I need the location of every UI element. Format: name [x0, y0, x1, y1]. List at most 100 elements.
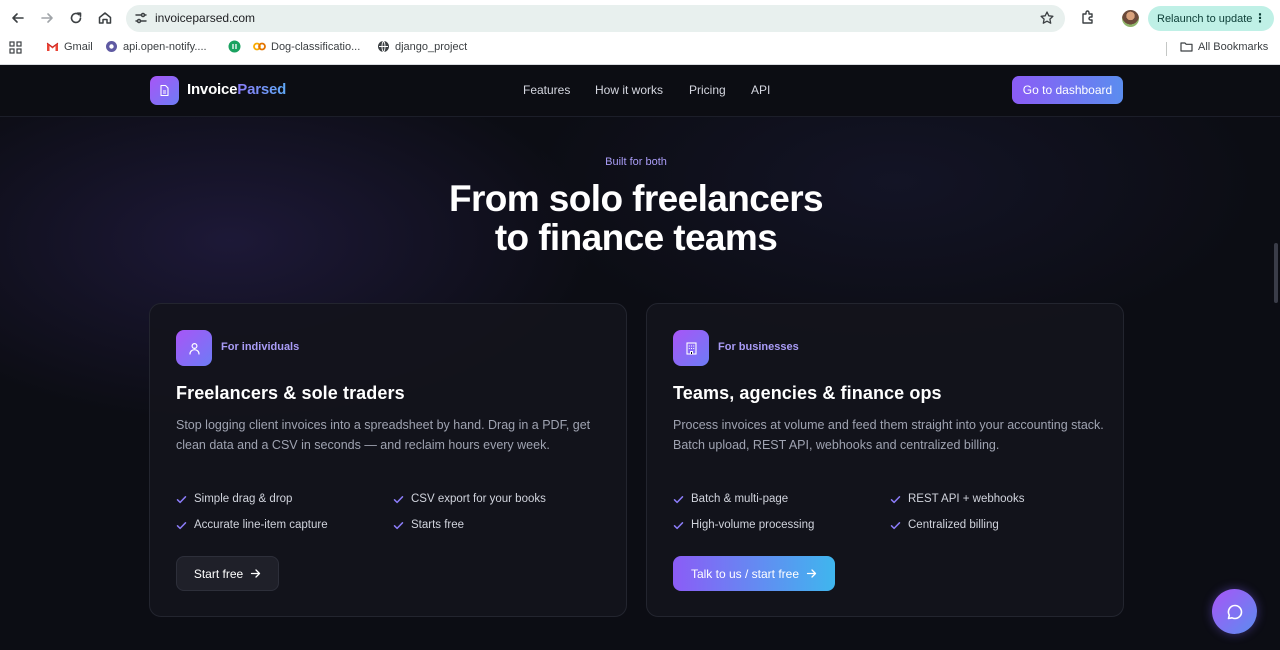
logo-mark[interactable] [150, 76, 179, 105]
bookmarks-separator [1166, 42, 1167, 56]
all-bookmarks-label: All Bookmarks [1198, 40, 1269, 53]
folder-icon [1180, 42, 1193, 52]
arrow-right-icon [251, 569, 261, 578]
feature-item: Centralized billing [890, 519, 999, 531]
address-bar[interactable]: invoiceparsed.com [126, 5, 1065, 32]
card-description: Stop logging client invoices into a spre… [176, 418, 591, 452]
nav-how-it-works[interactable]: How it works [595, 83, 663, 97]
page-scrollbar-thumb[interactable] [1274, 243, 1278, 303]
check-icon [176, 521, 187, 529]
chat-widget-button[interactable] [1212, 589, 1257, 634]
feature-label: Simple drag & drop [194, 493, 293, 505]
feature-label: High-volume processing [691, 519, 815, 531]
logo-accent-text: Parsed [237, 81, 287, 98]
feature-label: CSV export for your books [411, 493, 546, 505]
building-icon [685, 341, 697, 355]
site-header: InvoiceParsed Features How it works Pric… [0, 65, 1280, 117]
bookmark-label: django_project [395, 40, 468, 53]
card-individuals: For individuals Freelancers & sole trade… [149, 303, 627, 617]
check-icon [890, 495, 901, 503]
chat-bubble-icon [1227, 604, 1242, 619]
feature-label: Starts free [411, 519, 465, 531]
button-label: Start free [193, 566, 244, 581]
feature-item: Simple drag & drop [176, 493, 292, 505]
reload-icon [70, 12, 82, 24]
web-page: InvoiceParsed Features How it works Pric… [0, 65, 1280, 650]
go-to-dashboard-button[interactable]: Go to dashboard [1012, 76, 1123, 104]
home-button[interactable] [94, 7, 116, 29]
forward-button[interactable] [36, 7, 58, 29]
relaunch-update-button[interactable]: Relaunch to update ⋮ [1148, 6, 1274, 31]
card-tag: For businesses [718, 341, 799, 353]
browser-chrome: invoiceparsed.com Relaunch to update ⋮ G… [0, 0, 1280, 65]
card-businesses: For businesses Teams, agencies & finance… [646, 303, 1124, 617]
gmail-icon [46, 42, 59, 51]
back-button[interactable] [7, 7, 29, 29]
bookmark-gmail[interactable]: Gmail [46, 40, 93, 53]
section-eyebrow: Built for both [605, 156, 667, 168]
profile-avatar[interactable] [1122, 10, 1139, 27]
check-icon [393, 495, 404, 503]
nav-features[interactable]: Features [523, 83, 570, 97]
check-icon [890, 521, 901, 529]
card-title: Freelancers & sole traders [176, 383, 405, 403]
user-icon [188, 342, 200, 355]
card-tag: For individuals [221, 341, 300, 353]
feature-label: Centralized billing [908, 519, 999, 531]
all-bookmarks-button[interactable]: All Bookmarks [1180, 40, 1268, 53]
arrow-right-icon [41, 13, 53, 23]
globe-icon [378, 40, 389, 53]
reload-button[interactable] [65, 7, 87, 29]
relaunch-label: Relaunch to update [1157, 12, 1253, 25]
section-title: From solo freelancers to finance teams [0, 179, 1272, 257]
site-settings-icon[interactable] [134, 11, 148, 25]
browser-toolbar: invoiceparsed.com Relaunch to update ⋮ [0, 0, 1280, 36]
url-text[interactable]: invoiceparsed.com [155, 11, 255, 25]
globe-icon [106, 41, 117, 52]
card-icon [673, 330, 709, 366]
card-description: Process invoices at volume and feed them… [673, 418, 1104, 452]
nav-pricing[interactable]: Pricing [689, 83, 726, 97]
colab-icon [253, 42, 266, 51]
bookmark-open-notify[interactable]: api.open-notify.... [105, 40, 207, 53]
check-icon [393, 521, 404, 529]
feature-label: Batch & multi-page [691, 493, 789, 505]
extensions-icon[interactable] [1079, 9, 1097, 27]
check-icon [673, 521, 684, 529]
arrow-left-icon [12, 13, 24, 23]
bookmarks-bar: Gmail api.open-notify.... Dog-classifica… [0, 36, 1280, 60]
feature-label: REST API + webhooks [908, 493, 1025, 505]
feature-item: Accurate line-item capture [176, 519, 328, 531]
green-app-icon [228, 40, 241, 53]
card-title: Teams, agencies & finance ops [673, 383, 942, 403]
document-icon [160, 84, 169, 97]
talk-to-us-button[interactable]: Talk to us / start free [673, 556, 835, 591]
arrow-right-icon [806, 569, 817, 578]
bookmark-label: Gmail [64, 40, 93, 53]
apps-grid-icon[interactable] [9, 41, 22, 54]
card-icon [176, 330, 212, 366]
bookmark-green-app[interactable] [228, 40, 241, 53]
check-icon [176, 495, 187, 503]
feature-item: REST API + webhooks [890, 493, 1024, 505]
bookmark-dog-classification[interactable]: Dog-classificatio... [253, 40, 360, 53]
home-icon [98, 12, 112, 24]
kebab-menu-icon[interactable]: ⋮ [1254, 11, 1266, 25]
nav-api[interactable]: API [751, 83, 770, 97]
bookmark-label: api.open-notify.... [123, 40, 207, 53]
button-label: Talk to us / start free [690, 566, 800, 581]
check-icon [673, 495, 684, 503]
feature-item: Starts free [393, 519, 464, 531]
bookmark-django-project[interactable]: django_project [377, 40, 467, 53]
logo-wordmark[interactable]: InvoiceParsed [187, 81, 286, 98]
feature-item: High-volume processing [673, 519, 814, 531]
feature-item: Batch & multi-page [673, 493, 788, 505]
feature-label: Accurate line-item capture [194, 519, 328, 531]
logo-main-text: Invoice [187, 81, 238, 98]
start-free-button[interactable]: Start free [176, 556, 279, 591]
bookmark-star-icon[interactable] [1039, 10, 1055, 26]
feature-item: CSV export for your books [393, 493, 546, 505]
section-title-line-1: From solo freelancers [449, 178, 824, 219]
bookmark-label: Dog-classificatio... [271, 40, 361, 53]
section-title-line-2: to finance teams [494, 217, 778, 258]
